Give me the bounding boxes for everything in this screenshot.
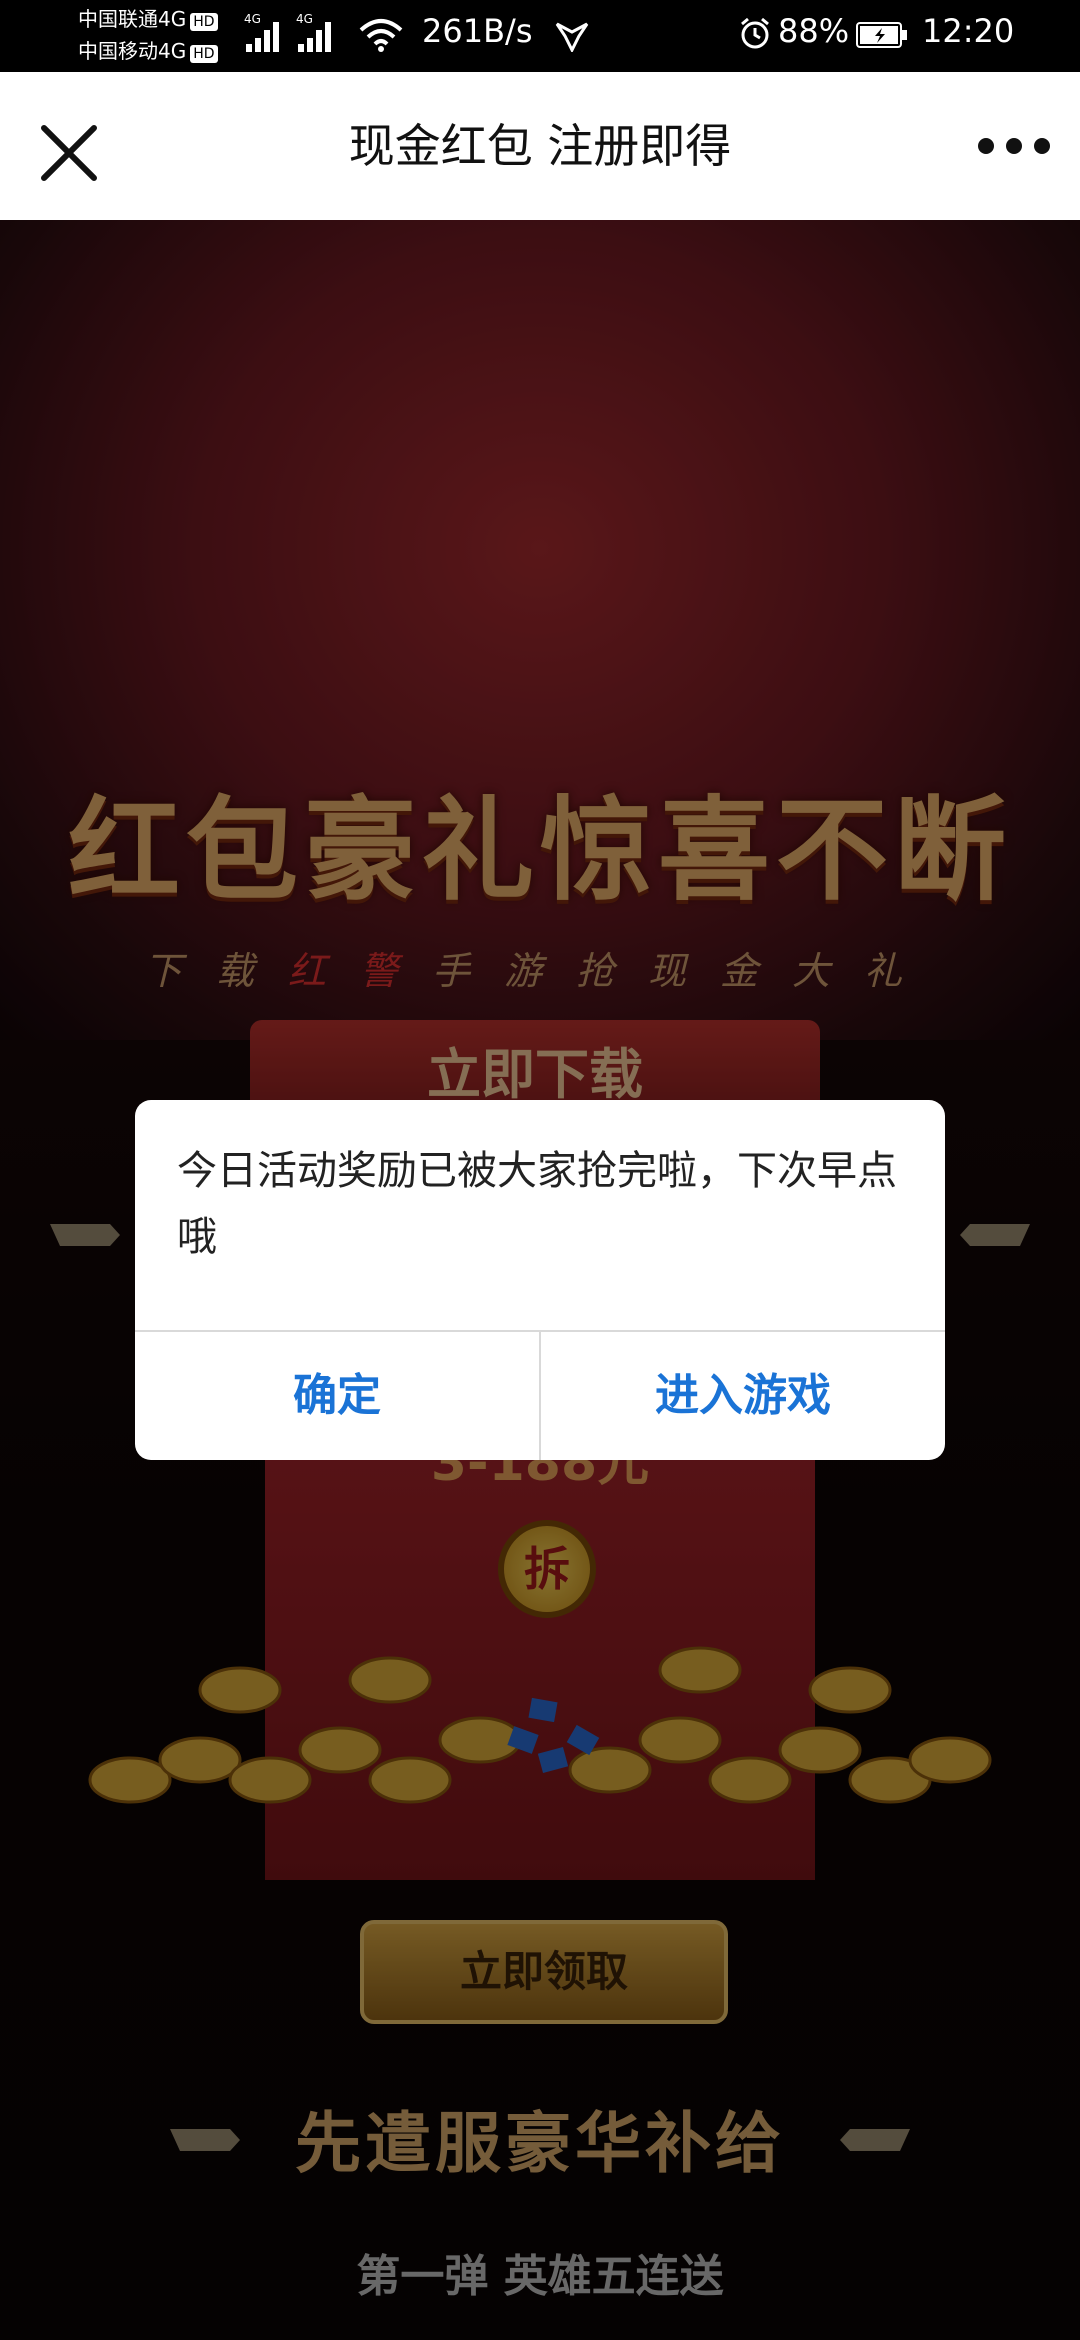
status-bar: 中国联通4G HD 中国移动4G HD 4G 4G 261B/s 88% 12:20 bbox=[0, 0, 1080, 72]
battery-percent: 88% bbox=[778, 12, 850, 50]
nav-bar: 现金红包 注册即得 bbox=[0, 72, 1080, 220]
more-options-icon[interactable] bbox=[972, 126, 1056, 166]
carrier-1: 中国联通4G HD bbox=[78, 8, 218, 31]
signal-2-icon: 4G bbox=[296, 12, 331, 52]
confirm-button[interactable]: 确定 bbox=[135, 1332, 539, 1460]
page-title: 现金红包 注册即得 bbox=[348, 119, 732, 173]
signal-2-net: 4G bbox=[296, 12, 313, 26]
dialog-message: 今日活动奖励已被大家抢完啦，下次早点哦 bbox=[177, 1148, 897, 1260]
notification-app-icon bbox=[555, 22, 589, 52]
alert-dialog: 今日活动奖励已被大家抢完啦，下次早点哦 确定 进入游戏 bbox=[135, 1100, 945, 1460]
carrier-2-label: 中国移动4G bbox=[78, 39, 187, 63]
carrier-2: 中国移动4G HD bbox=[78, 40, 218, 63]
wifi-icon bbox=[359, 19, 403, 52]
clock: 12:20 bbox=[922, 12, 1015, 50]
network-speed: 261B/s bbox=[422, 12, 533, 50]
signal-1-net: 4G bbox=[244, 12, 261, 26]
hd-badge-1: HD bbox=[190, 13, 218, 31]
enter-game-button[interactable]: 进入游戏 bbox=[541, 1332, 945, 1460]
battery-icon bbox=[856, 22, 907, 48]
hd-badge-2: HD bbox=[190, 45, 218, 63]
carrier-1-label: 中国联通4G bbox=[78, 7, 187, 31]
signal-1-icon: 4G bbox=[244, 12, 279, 52]
alarm-icon bbox=[741, 17, 769, 49]
